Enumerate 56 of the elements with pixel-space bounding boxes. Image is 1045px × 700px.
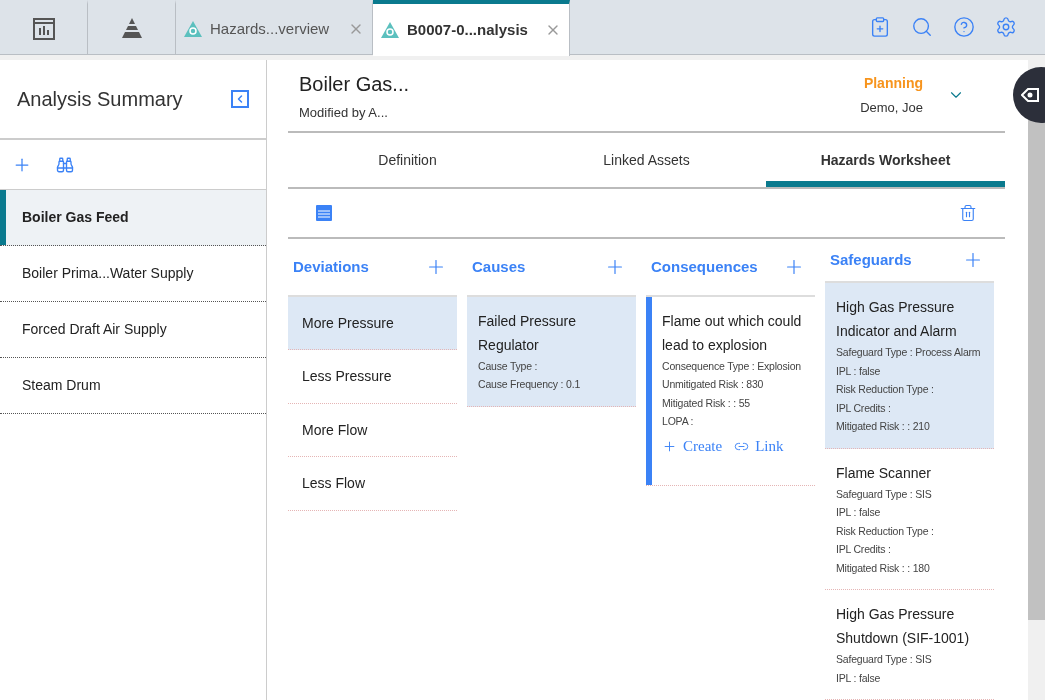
card-field: Cause Type : bbox=[478, 356, 632, 376]
document-tab[interactable]: B0007-0...nalysis bbox=[373, 0, 570, 56]
card-field: LOPA : bbox=[662, 412, 811, 431]
worksheet-card[interactable]: High Gas Pressure Indicator and Alarm Safeguard Type : Process Alarm IPL : false Risk Reduction Type : IPL Credits : Mitigated Risk : : 210 bbox=[825, 283, 994, 449]
record-title: Boiler Gas... bbox=[299, 71, 410, 97]
card-field: IPL Credits : bbox=[836, 540, 990, 559]
card-field: Risk Reduction Type : bbox=[836, 521, 990, 540]
add-icon bbox=[662, 438, 677, 454]
worksheet-card[interactable]: Flame out which could lead to explosion Consequence Type : Explosion Unmitigated Risk : 830 Mitigated Risk : : 55 LOPA : Create Link bbox=[646, 296, 815, 487]
modified-by-text: Modified by A... bbox=[299, 103, 389, 122]
tab[interactable]: Linked Assets bbox=[527, 132, 766, 188]
help-icon[interactable] bbox=[953, 16, 975, 38]
create-link[interactable]: Create bbox=[662, 434, 723, 458]
triangle-icon bbox=[184, 21, 202, 37]
card-field: Safeguard Type : SIS bbox=[836, 484, 990, 503]
card-field: IPL Credits : bbox=[836, 398, 990, 417]
column-title: Safeguards bbox=[830, 249, 912, 270]
sidebar-item[interactable]: Boiler Gas Feed bbox=[0, 190, 266, 246]
link-link[interactable]: Link bbox=[734, 434, 784, 458]
binoculars-icon[interactable] bbox=[56, 155, 74, 174]
tab[interactable]: Definition bbox=[288, 132, 527, 188]
worksheet-card[interactable]: Failed Pressure Regulator Cause Type : Cause Frequency : 0.1 bbox=[467, 296, 636, 407]
card-title: Failed Pressure Regulator bbox=[478, 311, 578, 355]
card-field: Mitigated Risk : : 55 bbox=[662, 393, 811, 413]
settings-icon[interactable] bbox=[995, 16, 1017, 38]
card-field: IPL : false bbox=[836, 503, 990, 522]
tab[interactable]: Hazards Worksheet bbox=[766, 132, 1005, 188]
deviation-item[interactable]: More Pressure bbox=[288, 296, 457, 351]
card-field: Unmitigated Risk : 830 bbox=[662, 375, 811, 394]
owner-name: Demo, Joe bbox=[860, 99, 923, 118]
search-icon[interactable] bbox=[911, 16, 933, 38]
card-field: Safeguard Type : Process Alarm bbox=[836, 343, 990, 362]
card-title: Flame out which could lead to explosion bbox=[662, 311, 803, 355]
column-title: Consequences bbox=[651, 256, 758, 277]
card-title: High Gas Pressure Shutdown (SIF-1001) bbox=[836, 605, 971, 648]
state-label: Planning bbox=[863, 74, 923, 94]
collapse-button[interactable] bbox=[231, 90, 249, 108]
column-title: Deviations bbox=[293, 256, 369, 277]
card-title: Flame Scanner bbox=[836, 463, 932, 483]
tag-icon bbox=[1021, 88, 1039, 102]
card-field: Consequence Type : Explosion bbox=[662, 356, 811, 376]
card-field: Safeguard Type : SIS bbox=[836, 650, 990, 669]
card-field: IPL : false bbox=[836, 361, 990, 380]
card-title: High Gas Pressure Indicator and Alarm bbox=[836, 298, 958, 341]
clipboard-add-icon[interactable] bbox=[869, 16, 891, 38]
list-view-icon[interactable] bbox=[316, 205, 332, 222]
card-field: IPL : false bbox=[836, 668, 990, 687]
triangle-icon bbox=[381, 22, 399, 38]
card-field: Mitigated Risk : : 180 bbox=[836, 558, 990, 577]
column-title: Causes bbox=[472, 256, 526, 277]
card-field: Mitigated Risk : : 210 bbox=[836, 417, 990, 436]
card-field: Cause Frequency : 0.1 bbox=[478, 375, 632, 394]
chart-window-icon bbox=[31, 17, 56, 41]
sidebar-title: Analysis Summary bbox=[17, 87, 183, 112]
trash-icon[interactable] bbox=[959, 204, 977, 223]
card-field: Risk Reduction Type : bbox=[836, 380, 990, 399]
